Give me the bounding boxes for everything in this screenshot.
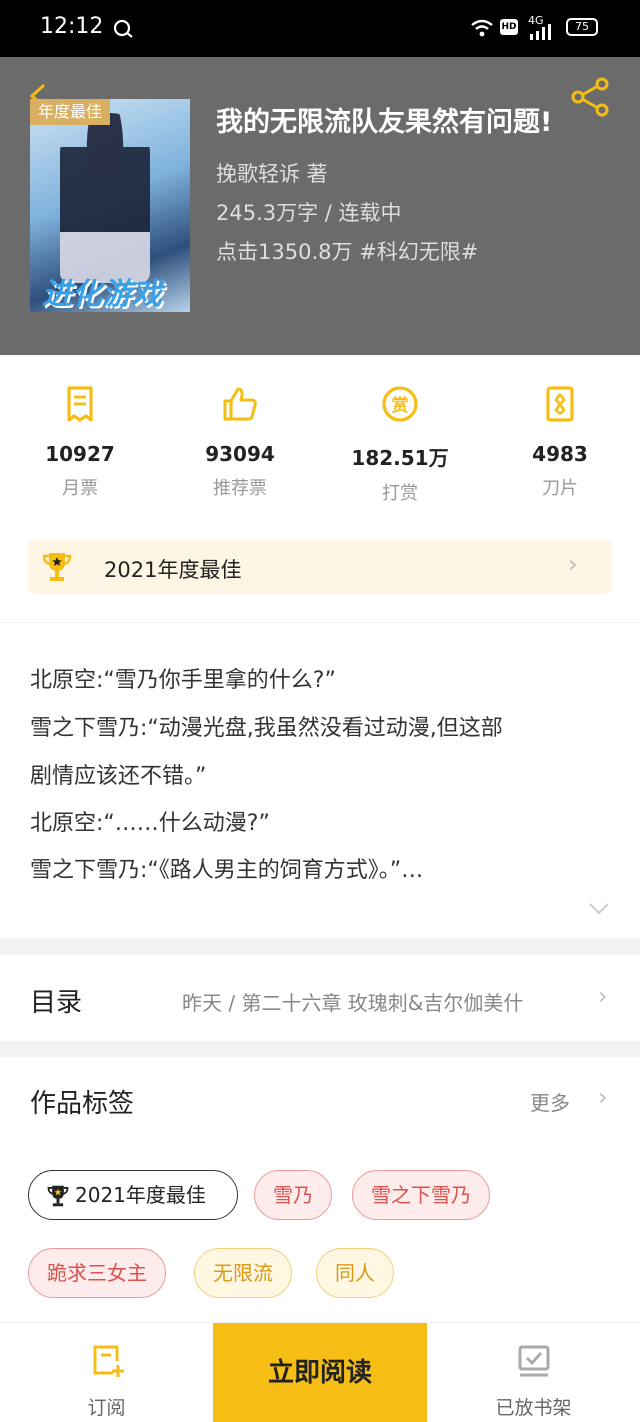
tag-item[interactable]: 雪乃 [254,1170,332,1220]
bookshelf-label: 已放书架 [495,1397,572,1419]
tag-award[interactable]: 2021年度最佳 [28,1170,238,1220]
synopsis-line: 剧情应该还不错。” [30,764,207,789]
stat-value: 93094 [205,442,275,466]
synopsis-line: 雪之下雪乃:“《路人男主的饲育方式》。”… [30,858,424,883]
bookshelf-button[interactable]: 已放书架 [427,1323,640,1422]
battery-icon: 75 [566,18,598,36]
tags-more-link[interactable]: 更多 [530,1087,570,1116]
toc-latest-chapter: 昨天 / 第二十六章 玫瑰刺&吉尔伽美什 [182,991,524,1015]
chevron-right-icon: › [568,550,578,578]
svg-text:赏: 赏 [392,395,409,416]
tag-label: 2021年度最佳 [75,1183,206,1207]
stat-label: 月票 [62,478,98,499]
book-word-count-status: 245.3万字 / 连载中 [216,201,402,225]
stat-label: 刀片 [542,478,578,499]
bottom-action-bar: 订阅 立即阅读 已放书架 [0,1322,640,1422]
book-author[interactable]: 挽歌轻诉 著 [216,158,328,188]
read-now-button[interactable]: 立即阅读 [213,1323,427,1422]
reward-icon: 赏 [382,386,418,422]
cover-illustration [60,113,150,283]
award-banner[interactable]: 2021年度最佳 › [28,540,612,594]
subscribe-add-icon [93,1345,124,1377]
stat-label: 推荐票 [213,478,267,499]
stat-recommend-ticket[interactable]: 93094 推荐票 [160,384,320,500]
toc-title: 目录 [30,988,83,1018]
chat-bubble-icon [113,19,133,38]
synopsis-line: 雪之下雪乃:“动漫光盘,我虽然没看过动漫,但这部 [30,716,503,741]
trophy-icon [47,1185,69,1207]
stat-value: 182.51万 [351,446,449,470]
tags-title: 作品标签 [30,1089,135,1119]
stat-value: 4983 [532,442,588,466]
book-cover[interactable]: 进化游戏 年度最佳 [30,99,190,312]
stat-value: 10927 [45,442,115,466]
book-clicks-genre: 点击1350.8万 #科幻无限# [216,240,479,264]
stat-blade-card[interactable]: 4983 刀片 [480,384,640,500]
bookshelf-check-icon [518,1345,549,1377]
stat-monthly-ticket[interactable]: 10927 月票 [0,384,160,500]
wifi-icon [471,19,493,37]
chevron-right-icon: › [598,1083,608,1111]
award-text: 2021年度最佳 [104,558,242,582]
subscribe-button[interactable]: 订阅 [0,1323,213,1422]
synopsis-line: 北原空:“……什么动漫?” [30,811,270,836]
status-time: 12:12 [40,14,104,39]
tag-item[interactable]: 跪求三女主 [28,1248,166,1298]
expand-chevron-down-icon[interactable] [588,902,610,916]
subscribe-label: 订阅 [87,1397,126,1419]
stat-reward[interactable]: 赏 182.51万 打赏 [320,384,480,505]
tag-item[interactable]: 同人 [316,1248,394,1298]
share-icon[interactable] [568,75,612,119]
blade-card-icon [546,386,574,422]
signal-icon [530,24,551,40]
chevron-right-icon: › [598,982,608,1010]
stat-label: 打赏 [382,483,418,504]
status-bar: 12:12 HD 4G 75 [0,0,640,57]
trophy-icon [42,553,72,581]
synopsis-line: 北原空:“雪乃你手里拿的什么?” [30,668,336,693]
thumbs-up-icon [223,387,257,421]
tag-item[interactable]: 雪之下雪乃 [352,1170,490,1220]
hd-badge: HD [500,19,518,35]
tag-item[interactable]: 无限流 [194,1248,292,1298]
cover-award-badge: 年度最佳 [30,99,111,125]
cover-title-art: 进化游戏 [42,277,162,312]
book-title: 我的无限流队友果然有问题! [216,107,553,138]
ticket-icon [67,386,93,422]
